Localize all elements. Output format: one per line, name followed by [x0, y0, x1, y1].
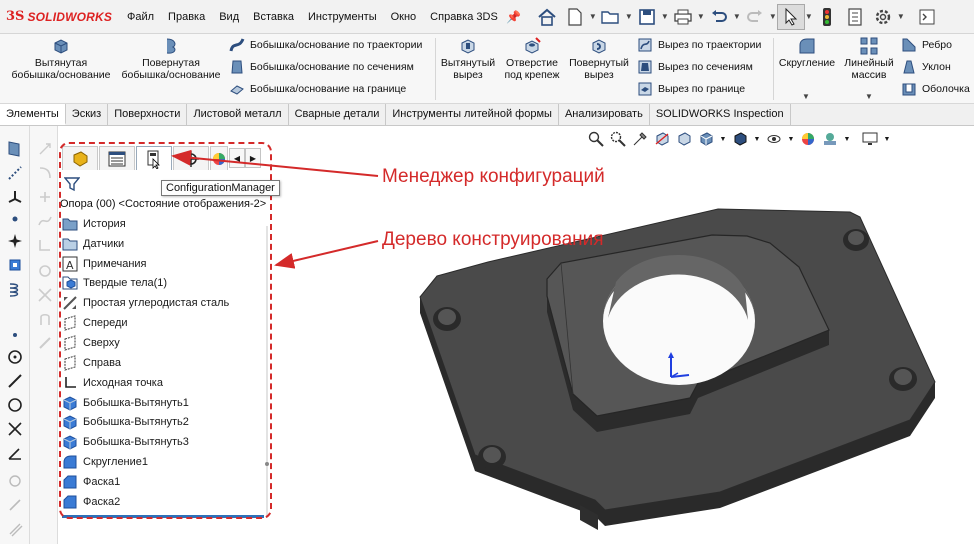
- part-model[interactable]: [419, 208, 936, 530]
- config-manager-arrow: [171, 149, 379, 177]
- graphics-area[interactable]: [0, 0, 974, 544]
- config-manager-callout: Менеджер конфигураций: [382, 166, 605, 187]
- mounting-hole: [478, 445, 506, 469]
- mounting-hole: [889, 367, 917, 391]
- design-tree-arrow: [274, 240, 379, 269]
- mounting-hole: [433, 307, 461, 331]
- design-tree-callout: Дерево конструирования: [382, 229, 604, 250]
- mounting-hole: [843, 229, 869, 251]
- configurationmanager-tooltip-overlay: ConfigurationManager: [161, 180, 280, 196]
